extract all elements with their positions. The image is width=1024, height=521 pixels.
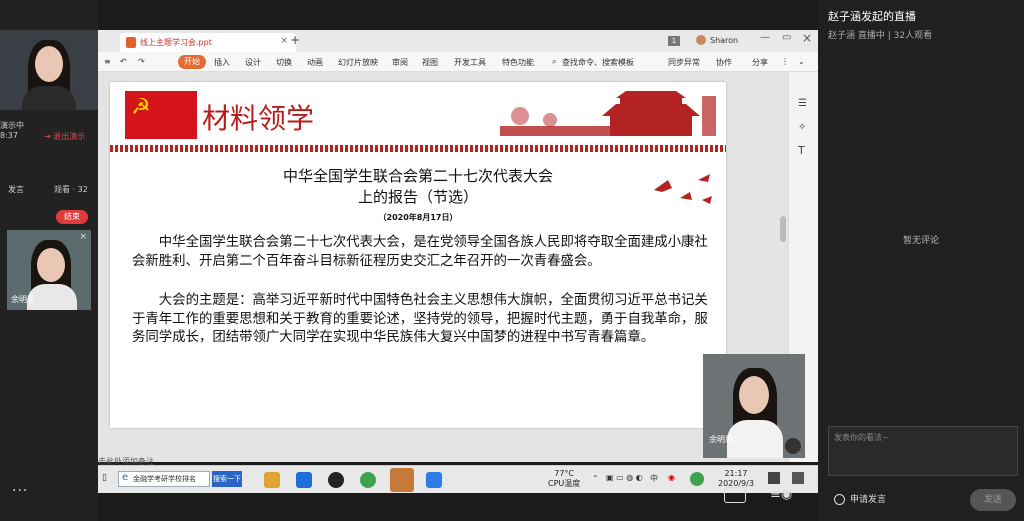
ribbon-tab-review[interactable]: 审阅 <box>392 57 408 68</box>
participant-name: 余明思 <box>11 295 35 304</box>
slide-banner-title: 材料领学 <box>202 102 315 135</box>
user-badge: 1 <box>668 36 680 46</box>
ie-search-icon: e <box>122 472 129 483</box>
document-tab[interactable]: 线上主题学习会.ppt × <box>120 33 296 52</box>
view-mode-icon[interactable]: ≡◉ <box>770 487 792 502</box>
close-tab-icon[interactable]: × <box>280 36 288 46</box>
title-bar: 线上主题学习会.ppt × + 1 Sharon — ▭ × <box>98 30 818 52</box>
party-flag: ☭ <box>125 91 197 139</box>
text-icon[interactable]: T <box>798 144 805 157</box>
user-avatar[interactable] <box>696 35 706 45</box>
redo-icon[interactable]: ↷ <box>138 57 145 66</box>
live-subtitle: 赵子涵 直播中 | 32人观看 <box>828 31 933 41</box>
file-explorer-icon[interactable] <box>264 472 280 488</box>
ribbon-tab-insert[interactable]: 插入 <box>214 57 230 68</box>
new-tab-button[interactable]: + <box>290 33 300 47</box>
ribbon-tab-design[interactable]: 设计 <box>245 57 261 68</box>
tab-watch[interactable]: 观看 · 32 <box>54 184 88 195</box>
network-icon[interactable] <box>690 472 704 486</box>
floating-camera[interactable]: 余明思 <box>703 354 805 458</box>
ime-indicator[interactable]: 中 <box>650 473 658 484</box>
show-desktop-icon[interactable] <box>792 472 804 484</box>
sync-status[interactable]: 同步异常 <box>668 57 700 68</box>
slide-banner: ☭ 材料领学 <box>110 82 726 146</box>
article-title-line1: 中华全国学生联合会第二十七次代表大会 <box>282 167 553 185</box>
close-window-icon[interactable]: × <box>802 31 812 45</box>
properties-icon[interactable]: ☰ <box>798 98 807 109</box>
send-button[interactable]: 发送 <box>970 489 1016 511</box>
browser-360-icon[interactable] <box>360 472 376 488</box>
clock[interactable]: 21:17 2020/9/3 <box>718 469 754 489</box>
collab-button[interactable]: 协作 <box>716 57 732 68</box>
apply-speak-button[interactable]: 申请发言 <box>830 489 914 511</box>
decorative-stripe <box>110 145 726 152</box>
taskbar: ▯ 金融学考研学校排名 e 搜索一下 77°C CPU温度 ⌃ ▣ ▭ ◍ ◐ … <box>98 465 818 493</box>
article-date: （2020年8月17日） <box>378 213 458 222</box>
comment-input[interactable]: 发表你的看法~ <box>828 426 1018 476</box>
live-title: 赵子涵发起的直播 <box>828 10 916 23</box>
tab-speak[interactable]: 发言 <box>8 184 24 195</box>
minimize-icon[interactable]: — <box>760 32 770 43</box>
chevron-down-icon[interactable]: ⌄ <box>798 57 805 66</box>
end-share-button[interactable]: ⇥ 退出演示 <box>44 124 85 143</box>
article-title: 中华全国学生联合会第二十七次代表大会 上的报告（节选） <box>110 166 726 208</box>
notification-icon[interactable] <box>768 472 780 484</box>
document-tab-title: 线上主题学习会.ppt <box>140 38 212 47</box>
empty-comments: 暂无评论 <box>902 236 939 246</box>
ribbon-tab-animation[interactable]: 动画 <box>307 57 323 68</box>
ribbon-tab-start[interactable]: 开始 <box>178 55 206 69</box>
presenting-status: 演示中 <box>0 121 24 130</box>
more-options-icon[interactable]: ⋮ <box>781 57 789 66</box>
article-title-line2: 上的报告（节选） <box>357 188 478 206</box>
wps-task-icon[interactable] <box>390 468 414 492</box>
search-icon[interactable]: ⌕ <box>552 57 556 67</box>
close-icon[interactable]: × <box>79 232 87 242</box>
ribbon-tab-features[interactable]: 特色功能 <box>502 57 534 68</box>
end-button[interactable]: 结束 <box>56 210 88 224</box>
paragraph-2: 大会的主题是：高举习近平新时代中国特色社会主义思想伟大旗帜，全面贯彻习近平总书记… <box>132 293 708 345</box>
hand-icon <box>834 494 845 505</box>
cpu-temperature: 77°C CPU温度 <box>548 469 581 488</box>
tray-icons[interactable]: ▣ ▭ ◍ ◐ <box>606 473 643 482</box>
ribbon-tab-developer[interactable]: 开发工具 <box>454 57 486 68</box>
menu-icon[interactable]: ≡ <box>104 57 111 66</box>
ppt-file-icon <box>126 37 136 48</box>
presenter-panel: 演示中 8:37 ⇥ 退出演示 发言 观看 · 32 结束 余明思 × ··· <box>0 0 98 521</box>
command-search[interactable]: 查找命令、搜索模板 <box>562 57 634 68</box>
more-icon[interactable]: ··· <box>12 483 28 499</box>
chevron-up-icon[interactable]: ⌃ <box>592 474 599 483</box>
ribbon-tab-view[interactable]: 视图 <box>422 57 438 68</box>
vertical-scrollbar[interactable] <box>780 216 786 242</box>
presenter-video <box>0 30 98 110</box>
hammer-sickle-icon: ☭ <box>131 95 151 120</box>
edge-icon[interactable] <box>296 472 312 488</box>
presenting-timer: 8:37 <box>0 131 18 140</box>
share-button[interactable]: 分享 <box>752 57 768 68</box>
paragraph-1: 中华全国学生联合会第二十七次代表大会，是在党领导全国各族人民即将夺取全面建成小康… <box>132 235 708 269</box>
live-panel: 赵子涵发起的直播 赵子涵 直播中 | 32人观看 暂无评论 发表你的看法~ 申请… <box>818 0 1024 521</box>
ribbon-tab-transition[interactable]: 切换 <box>276 57 292 68</box>
slide: ☭ 材料领学 中华全国学生联合会第二十七次代表大会 上的报告（节选） （2020… <box>110 82 726 428</box>
ribbon-tab-slideshow[interactable]: 幻灯片放映 <box>338 57 378 68</box>
screen-share-icon[interactable] <box>724 487 746 503</box>
undo-icon[interactable]: ↶ <box>120 57 127 66</box>
maximize-icon[interactable]: ▭ <box>782 32 791 43</box>
exit-icon: ⇥ <box>44 132 54 141</box>
taskbar-search-input[interactable]: 金融学考研学校排名 <box>118 471 210 487</box>
camera-name: 余明思 <box>709 435 733 444</box>
security-icon[interactable]: ◉ <box>668 473 675 482</box>
participant-video: 余明思 × <box>7 230 91 310</box>
live-control-bar: ≡◉ <box>98 487 818 521</box>
dingtalk-icon[interactable] <box>426 472 442 488</box>
task-view-icon[interactable]: ▯ <box>102 473 107 483</box>
doves-decoration <box>654 174 712 204</box>
ribbon: ≡ ↶ ↷ 开始 插入 设计 切换 动画 幻灯片放映 审阅 视图 开发工具 特色… <box>98 52 818 72</box>
mic-icon[interactable] <box>785 438 801 454</box>
style-icon[interactable]: ✧ <box>798 122 806 133</box>
taskbar-search-button[interactable]: 搜索一下 <box>212 471 242 487</box>
qq-icon[interactable] <box>328 472 344 488</box>
tiananmen-illustration <box>500 91 716 136</box>
user-name[interactable]: Sharon <box>710 36 738 45</box>
